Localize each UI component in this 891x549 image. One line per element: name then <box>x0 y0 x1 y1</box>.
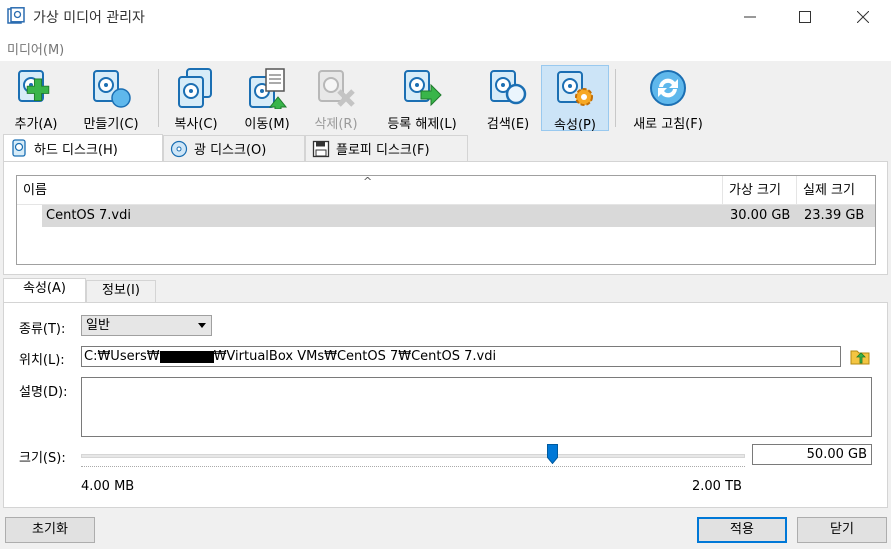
size-slider-thumb[interactable] <box>546 444 558 464</box>
properties-label: 속성(P) <box>554 118 596 133</box>
size-slider[interactable] <box>81 454 745 458</box>
copy-label: 복사(C) <box>174 117 218 132</box>
disk-copy-icon <box>178 68 212 108</box>
close-dialog-button[interactable]: 닫기 <box>797 517 887 543</box>
close-icon <box>857 10 869 23</box>
slider-ticks <box>81 466 745 467</box>
type-select[interactable]: 일반 <box>81 315 212 336</box>
size-field[interactable]: 50.00 GB <box>752 444 872 465</box>
remove-button[interactable]: 삭제(R) <box>305 65 367 132</box>
description-label: 설명(D): <box>19 385 68 400</box>
toolbar-separator <box>615 69 616 127</box>
location-prefix: C:₩Users₩ <box>84 349 160 364</box>
release-button[interactable]: 등록 해제(L) <box>374 65 470 132</box>
size-value: 50.00 GB <box>806 447 867 462</box>
close-button[interactable] <box>840 0 886 33</box>
tab-properties-label: 속성(A) <box>23 281 66 296</box>
tab-floppy-disk[interactable]: 플로피 디스크(F) <box>305 135 468 161</box>
size-label: 크기(S): <box>19 451 66 466</box>
create-button[interactable]: 만들기(C) <box>71 65 151 132</box>
remove-label: 삭제(R) <box>314 117 358 132</box>
virtualbox-app-icon <box>7 7 25 24</box>
reset-button[interactable]: 초기화 <box>5 517 95 543</box>
toolbar-separator <box>158 69 159 127</box>
table-row[interactable]: CentOS 7.vdi 30.00 GB 23.39 GB <box>42 205 875 227</box>
column-name-label: 이름 <box>23 183 47 198</box>
refresh-button[interactable]: 새로 고침(F) <box>622 65 714 132</box>
row-name: CentOS 7.vdi <box>46 208 131 223</box>
location-field[interactable]: C:₩Users₩ ₩VirtualBox VMs₩CentOS 7₩CentOS… <box>81 346 841 367</box>
description-field[interactable] <box>81 377 872 437</box>
minimize-icon <box>744 16 756 17</box>
apply-button-label: 적용 <box>730 522 754 537</box>
redacted-username <box>159 350 214 363</box>
disk-list-panel: 이름 ^ 가상 크기 실제 크기 CentOS 7.vdi 30.00 GB 2… <box>3 161 888 275</box>
copy-button[interactable]: 복사(C) <box>165 65 227 132</box>
disk-search-icon <box>490 70 527 105</box>
size-min-label: 4.00 MB <box>81 479 135 494</box>
move-button[interactable]: 이동(M) <box>236 65 298 132</box>
chevron-down-icon <box>198 323 206 328</box>
disk-list-header: 이름 ^ 가상 크기 실제 크기 <box>17 175 875 205</box>
window-title: 가상 미디어 관리자 <box>33 10 145 26</box>
disk-move-icon <box>249 68 288 109</box>
toolbar: 추가(A) 만들기(C) 복사(C) 이동(M) 삭제(R) 등록 해제(L) … <box>0 61 891 135</box>
media-manager-window: 가상 미디어 관리자 미디어(M) 추가(A) 만들기(C) 복사(C) 이동(… <box>0 0 891 549</box>
tab-info-label: 정보(I) <box>102 283 140 298</box>
search-label: 검색(E) <box>486 117 530 132</box>
properties-panel: 종류(T): 일반 위치(L): C:₩Users₩ ₩VirtualBox VM… <box>3 302 888 508</box>
disk-create-icon <box>93 70 131 108</box>
title-bar: 가상 미디어 관리자 <box>0 0 891 33</box>
refresh-label: 새로 고침(F) <box>633 117 703 132</box>
disk-remove-icon <box>318 70 355 107</box>
apply-button[interactable]: 적용 <box>697 517 787 543</box>
hard-disk-icon <box>12 139 26 157</box>
tab-optical-disk-label: 광 디스크(O) <box>194 143 267 158</box>
sort-arrow-icon: ^ <box>363 175 373 188</box>
tab-hard-disk-label: 하드 디스크(H) <box>34 142 118 158</box>
optical-disk-icon <box>170 140 188 157</box>
size-max-label: 2.00 TB <box>692 479 742 494</box>
type-label: 종류(T): <box>19 322 66 337</box>
column-actual-size-label: 실제 크기 <box>803 183 855 198</box>
release-label: 등록 해제(L) <box>387 117 457 132</box>
column-actual-size[interactable]: 실제 크기 <box>797 176 875 205</box>
maximize-icon <box>799 10 811 23</box>
reset-button-label: 초기화 <box>32 522 68 537</box>
folder-open-icon[interactable] <box>849 345 871 367</box>
media-tabs: 하드 디스크(H) 광 디스크(O) 플로피 디스크(F) <box>0 134 891 162</box>
refresh-icon <box>650 70 686 106</box>
create-label: 만들기(C) <box>83 117 139 132</box>
add-label: 추가(A) <box>14 117 58 132</box>
disk-release-icon <box>404 70 442 107</box>
row-actual-size: 23.39 GB <box>804 208 865 223</box>
minimize-button[interactable] <box>727 0 773 33</box>
tab-floppy-disk-label: 플로피 디스크(F) <box>336 143 430 158</box>
disk-list[interactable]: 이름 ^ 가상 크기 실제 크기 CentOS 7.vdi 30.00 GB 2… <box>16 175 876 265</box>
add-button[interactable]: 추가(A) <box>5 65 67 132</box>
detail-tabs: 속성(A) 정보(I) <box>0 278 891 303</box>
close-dialog-button-label: 닫기 <box>830 522 854 537</box>
maximize-button[interactable] <box>782 0 828 33</box>
row-virtual-size: 30.00 GB <box>730 208 791 223</box>
location-label: 위치(L): <box>19 353 65 368</box>
location-suffix: ₩VirtualBox VMs₩CentOS 7₩CentOS 7.vdi <box>213 349 497 364</box>
search-button[interactable]: 검색(E) <box>477 65 539 132</box>
column-virtual-size[interactable]: 가상 크기 <box>723 176 797 205</box>
disk-properties-icon <box>557 71 593 106</box>
disk-add-icon <box>18 70 50 102</box>
menu-bar: 미디어(M) <box>0 33 891 61</box>
tab-properties[interactable]: 속성(A) <box>3 278 86 302</box>
type-select-value: 일반 <box>86 318 110 333</box>
tab-optical-disk[interactable]: 광 디스크(O) <box>163 135 305 161</box>
tab-hard-disk[interactable]: 하드 디스크(H) <box>3 134 163 161</box>
menu-media[interactable]: 미디어(M) <box>7 39 64 58</box>
column-virtual-size-label: 가상 크기 <box>729 183 781 198</box>
floppy-disk-icon <box>312 140 330 157</box>
properties-button[interactable]: 속성(P) <box>541 65 609 133</box>
tab-info[interactable]: 정보(I) <box>86 280 156 302</box>
move-label: 이동(M) <box>244 117 290 132</box>
